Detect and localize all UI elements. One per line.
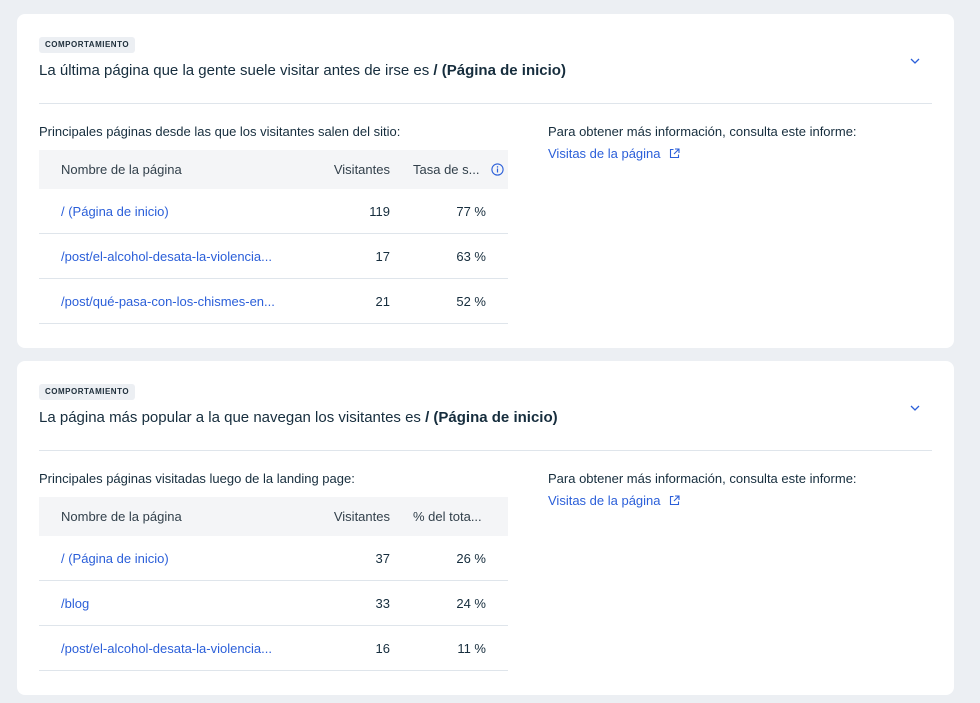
rate-value: 77 %: [456, 203, 486, 219]
page-link[interactable]: /post/qué-pasa-con-los-chismes-en...: [39, 294, 307, 309]
share-value: 11 %: [457, 640, 486, 656]
report-link[interactable]: Visitas de la página: [548, 146, 680, 161]
category-badge: COMPORTAMIENTO: [39, 384, 136, 400]
divider: [39, 103, 932, 104]
visitors-value: 16: [375, 640, 390, 656]
page-link[interactable]: /post/el-alcohol-desata-la-violencia...: [39, 249, 307, 264]
visitors-value: 17: [375, 248, 390, 264]
table-row: /post/el-alcohol-desata-la-violencia... …: [39, 626, 508, 671]
column-header-visitors[interactable]: Visitantes: [307, 509, 390, 524]
external-link-icon[interactable]: [669, 495, 680, 506]
info-icon[interactable]: [486, 163, 508, 176]
visitors-value: 21: [375, 293, 390, 309]
category-badge: COMPORTAMIENTO: [39, 37, 136, 53]
visitors-value: 33: [375, 595, 390, 611]
report-hint: Para obtener más información, consulta e…: [548, 471, 857, 486]
headline-highlight: / (Página de inicio): [433, 62, 566, 79]
rate-value: 63 %: [456, 248, 486, 264]
headline-text: La página más popular a la que navegan l…: [39, 409, 426, 426]
exit-pages-card: COMPORTAMIENTO La última página que la g…: [17, 14, 954, 348]
report-hint: Para obtener más información, consulta e…: [548, 124, 857, 139]
visitors-value: 37: [375, 550, 390, 566]
table-header: Nombre de la página Visitantes Tasa de s…: [39, 150, 508, 189]
headline-text: La última página que la gente suele visi…: [39, 62, 434, 79]
report-link[interactable]: Visitas de la página: [548, 493, 680, 508]
table-subtitle: Principales páginas desde las que los vi…: [39, 124, 401, 139]
next-pages-card: COMPORTAMIENTO La página más popular a l…: [17, 361, 954, 695]
page-link[interactable]: /post/el-alcohol-desata-la-violencia...: [39, 641, 307, 656]
exit-pages-table: Nombre de la página Visitantes Tasa de s…: [39, 150, 508, 324]
rate-value: 52 %: [456, 293, 486, 309]
table-row: /post/qué-pasa-con-los-chismes-en... 21 …: [39, 279, 508, 324]
column-header-visitors[interactable]: Visitantes: [307, 162, 390, 177]
column-header-name[interactable]: Nombre de la página: [39, 162, 307, 177]
share-value: 24 %: [456, 595, 486, 611]
table-subtitle: Principales páginas visitadas luego de l…: [39, 471, 355, 486]
page-link[interactable]: /blog: [39, 596, 307, 611]
page-link[interactable]: / (Página de inicio): [39, 204, 307, 219]
report-link-label[interactable]: Visitas de la página: [548, 146, 661, 161]
visitors-value: 119: [369, 203, 390, 219]
report-link-label[interactable]: Visitas de la página: [548, 493, 661, 508]
card-headline: La página más popular a la que navegan l…: [39, 409, 558, 426]
column-header-name[interactable]: Nombre de la página: [39, 509, 307, 524]
table-row: / (Página de inicio) 119 77 %: [39, 189, 508, 234]
page-link[interactable]: / (Página de inicio): [39, 551, 307, 566]
table-header: Nombre de la página Visitantes % del tot…: [39, 497, 508, 536]
chevron-down-icon[interactable]: [908, 54, 922, 68]
share-value: 26 %: [456, 550, 486, 566]
headline-highlight: / (Página de inicio): [425, 409, 558, 426]
table-row: /post/el-alcohol-desata-la-violencia... …: [39, 234, 508, 279]
external-link-icon[interactable]: [669, 148, 680, 159]
column-header-rate[interactable]: Tasa de s...: [390, 162, 486, 177]
table-row: /blog 33 24 %: [39, 581, 508, 626]
card-headline: La última página que la gente suele visi…: [39, 62, 566, 79]
chevron-down-icon[interactable]: [908, 401, 922, 415]
divider: [39, 450, 932, 451]
next-pages-table: Nombre de la página Visitantes % del tot…: [39, 497, 508, 671]
column-header-share[interactable]: % del tota...: [390, 509, 486, 524]
table-row: / (Página de inicio) 37 26 %: [39, 536, 508, 581]
